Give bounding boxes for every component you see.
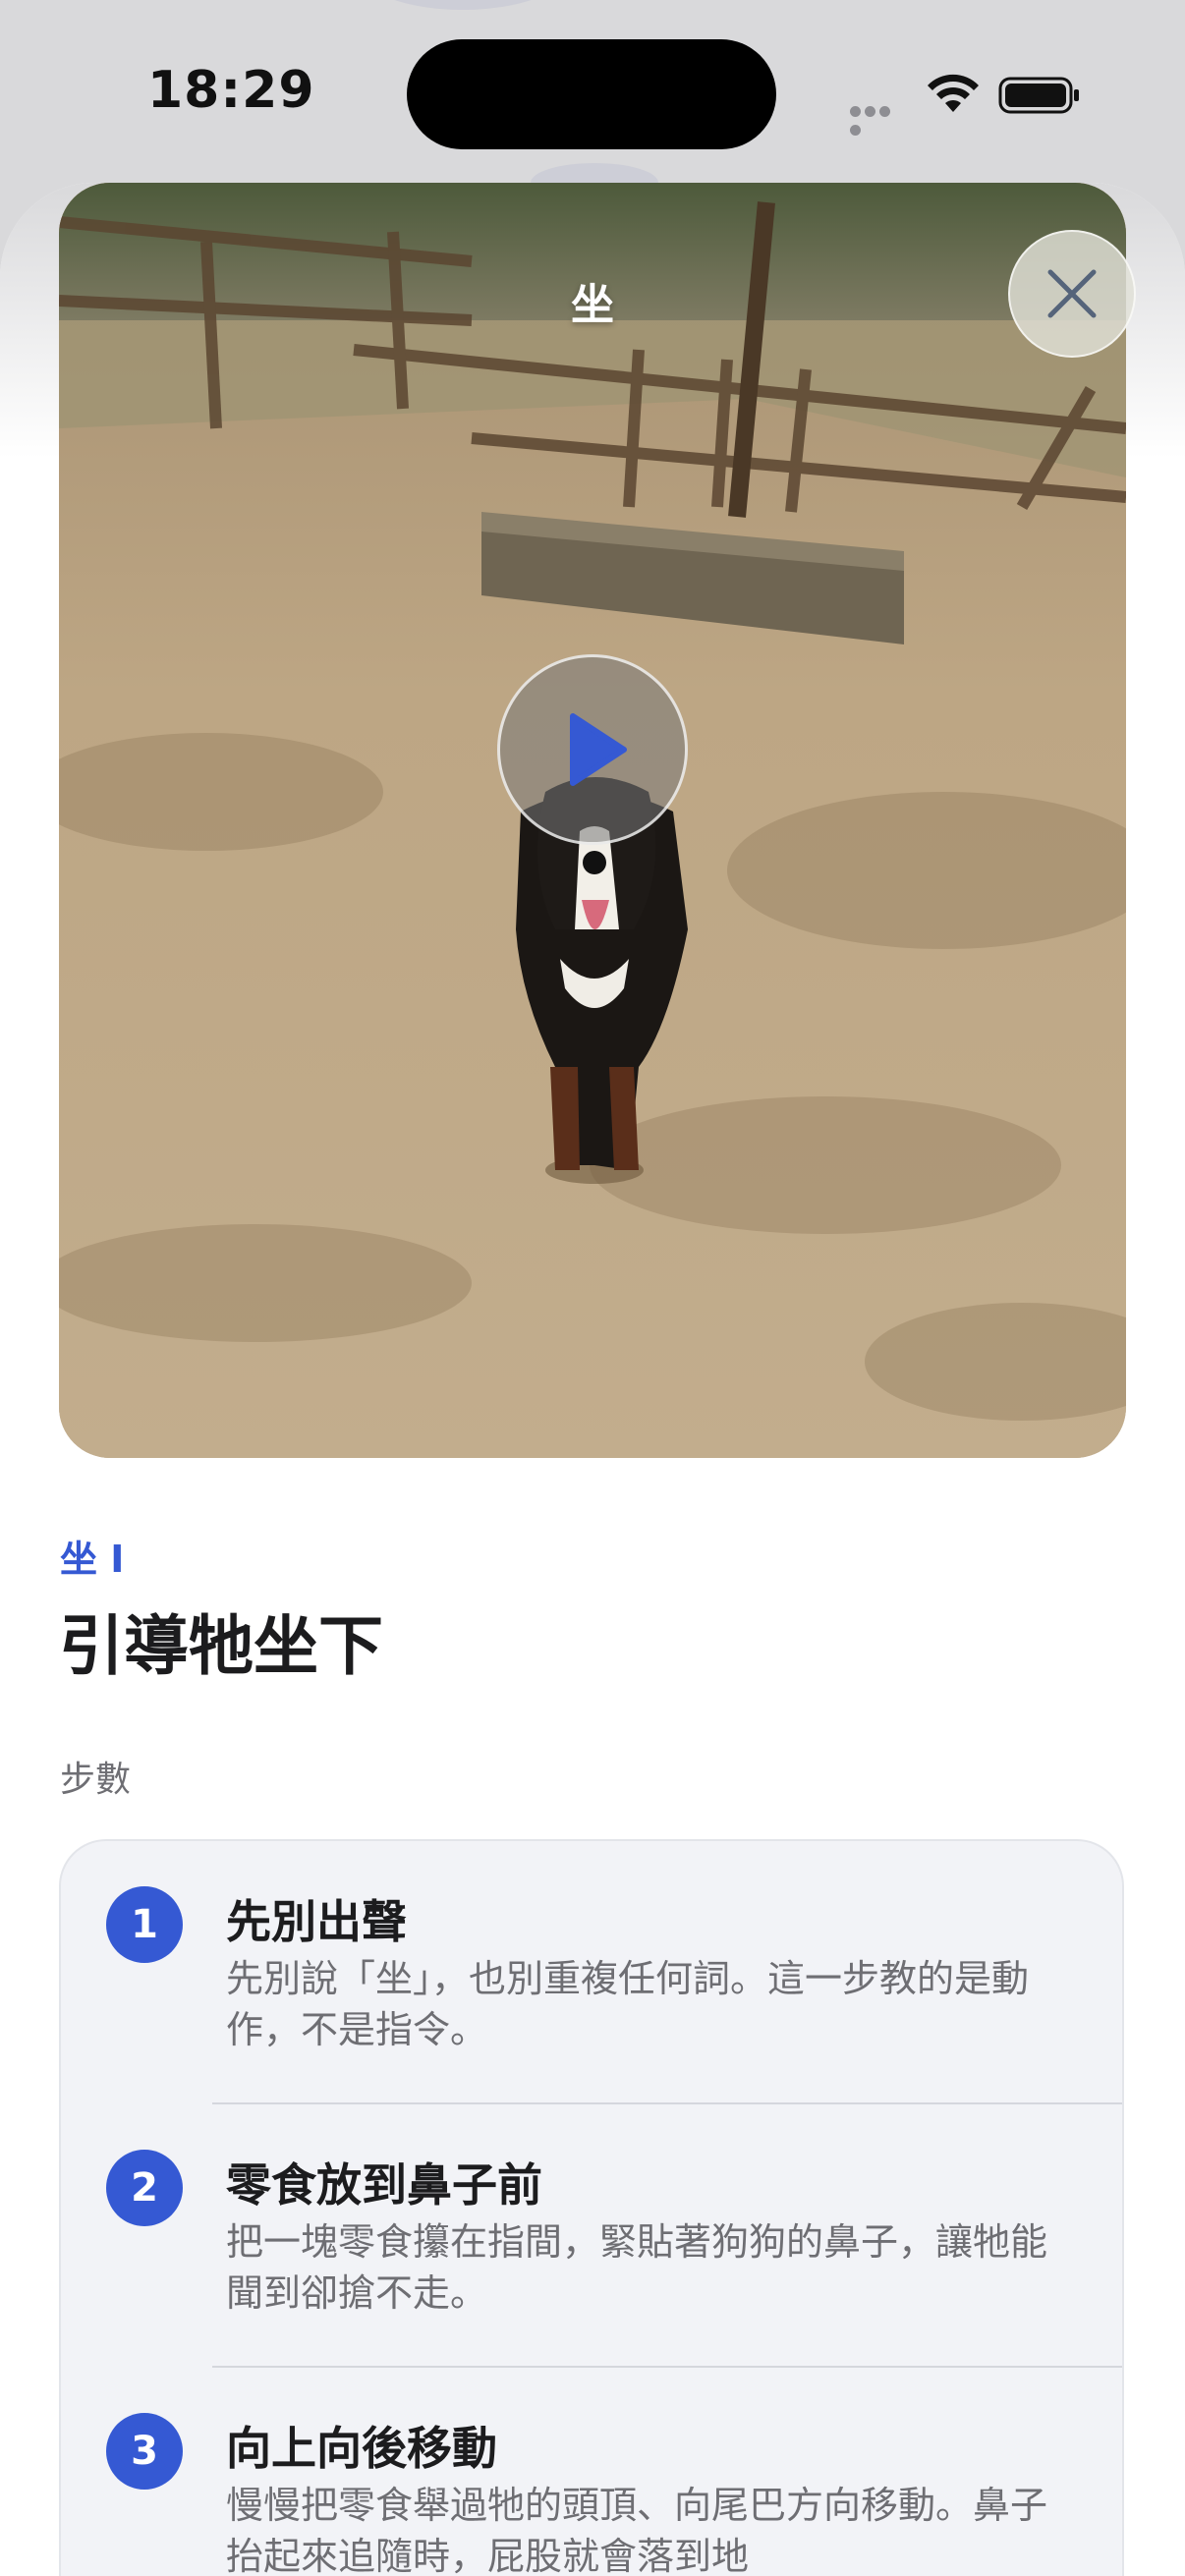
cellular-signal-icon xyxy=(850,102,907,136)
step-description: 慢慢把零食舉過牠的頭頂、向尾巴方向移動。鼻子抬起來追隨時，屁股就會落到地 xyxy=(226,2484,1048,2576)
status-time: 18:29 xyxy=(147,61,315,120)
dynamic-island xyxy=(407,39,776,149)
wifi-icon xyxy=(928,74,979,112)
battery-icon xyxy=(998,77,1079,114)
lesson-overline: 坐 I xyxy=(60,1538,125,1581)
close-button[interactable] xyxy=(1008,230,1136,358)
close-icon xyxy=(1047,269,1097,318)
step-number-badge: 2 xyxy=(106,2150,183,2226)
steps-section-label: 步數 xyxy=(60,1760,132,1800)
screen: 18:29 坐 坐 I 引導牠坐下 步數 1 先別出聲 先別說「坐」，也別重複任… xyxy=(0,0,1185,2576)
step-title: 向上向後移動 xyxy=(226,2422,497,2475)
page-title: 引導牠坐下 xyxy=(59,1608,383,1684)
status-bar: 18:29 xyxy=(0,0,1185,187)
step-number-badge: 3 xyxy=(106,2413,183,2490)
step-title: 零食放到鼻子前 xyxy=(226,2158,542,2212)
step-title: 先別出聲 xyxy=(226,1895,407,1948)
step-item: 3 向上向後移動 慢慢把零食舉過牠的頭頂、向尾巴方向移動。鼻子抬起來追隨時，屁股… xyxy=(61,2368,1122,2576)
step-number-badge: 1 xyxy=(106,1886,183,1963)
step-item: 2 零食放到鼻子前 把一塊零食攥在指間，緊貼著狗狗的鼻子，讓牠能聞到卻搶不走。 xyxy=(61,2104,1122,2368)
play-icon xyxy=(570,713,627,786)
video-title: 坐 xyxy=(571,280,614,330)
play-button[interactable] xyxy=(497,654,688,845)
step-description: 先別說「坐」，也別重複任何詞。這一步教的是動作，不是指令。 xyxy=(226,1957,1030,2051)
step-description: 把一塊零食攥在指間，緊貼著狗狗的鼻子，讓牠能聞到卻搶不走。 xyxy=(226,2220,1048,2315)
steps-card: 1 先別出聲 先別說「坐」，也別重複任何詞。這一步教的是動作，不是指令。 2 零… xyxy=(59,1839,1124,2576)
step-item: 1 先別出聲 先別說「坐」，也別重複任何詞。這一步教的是動作，不是指令。 xyxy=(61,1841,1122,2104)
